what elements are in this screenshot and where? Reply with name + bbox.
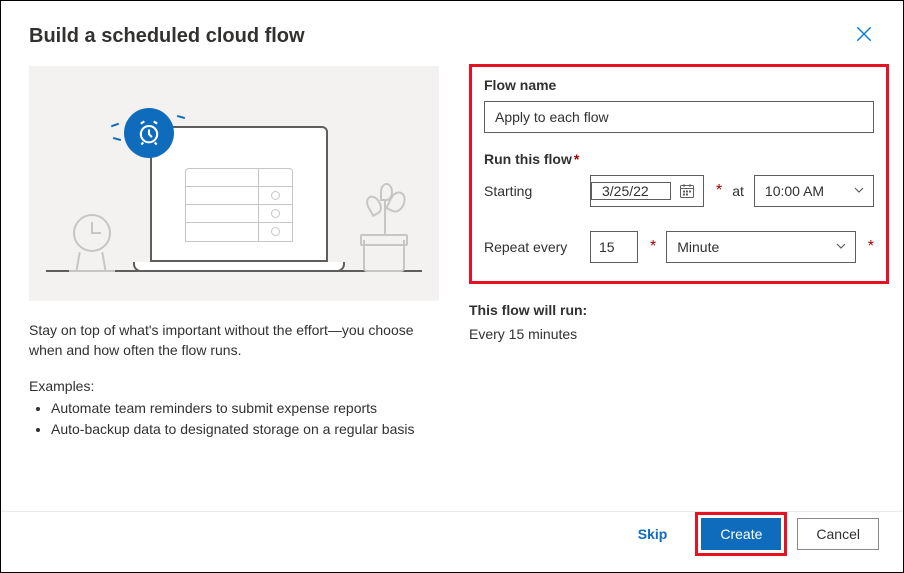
description-text: Stay on top of what's important without … [29,321,439,360]
scheduled-flow-dialog: Build a scheduled cloud flow [1,1,903,572]
repeat-unit-select[interactable]: Minute [666,231,855,263]
create-highlight: Create [695,512,787,556]
starting-date-text[interactable] [591,182,671,200]
dialog-title: Build a scheduled cloud flow [29,25,875,48]
starting-time-value: 10:00 AM [765,183,824,199]
create-button[interactable]: Create [701,518,781,550]
chevron-down-icon [835,239,847,255]
repeat-label: Repeat every [484,239,580,255]
examples-label: Examples: [29,378,439,394]
repeat-value-input[interactable] [590,231,638,263]
starting-time-select[interactable]: 10:00 AM [754,175,874,207]
examples-list: Automate team reminders to submit expens… [29,398,439,440]
summary-text: Every 15 minutes [469,326,889,342]
flow-name-input[interactable] [484,101,874,133]
dialog-footer: Skip Create Cancel [620,512,879,556]
close-icon [855,25,873,43]
close-button[interactable] [855,25,875,45]
chevron-down-icon [853,183,865,199]
starting-label: Starting [484,183,580,199]
alarm-clock-icon [124,108,174,158]
starting-date-input[interactable] [590,175,704,207]
example-item: Auto-backup data to designated storage o… [51,419,439,440]
form-highlight: Flow name Run this flow* Starting * a [469,64,889,284]
run-this-flow-label: Run this flow* [484,151,874,167]
illustration [29,66,439,301]
calendar-icon[interactable] [671,183,703,199]
repeat-unit-value: Minute [677,239,719,255]
at-label: at [732,183,744,199]
summary-label: This flow will run: [469,302,889,318]
skip-button[interactable]: Skip [620,518,686,550]
example-item: Automate team reminders to submit expens… [51,398,439,419]
cancel-button[interactable]: Cancel [797,518,879,550]
flow-name-label: Flow name [484,77,874,93]
